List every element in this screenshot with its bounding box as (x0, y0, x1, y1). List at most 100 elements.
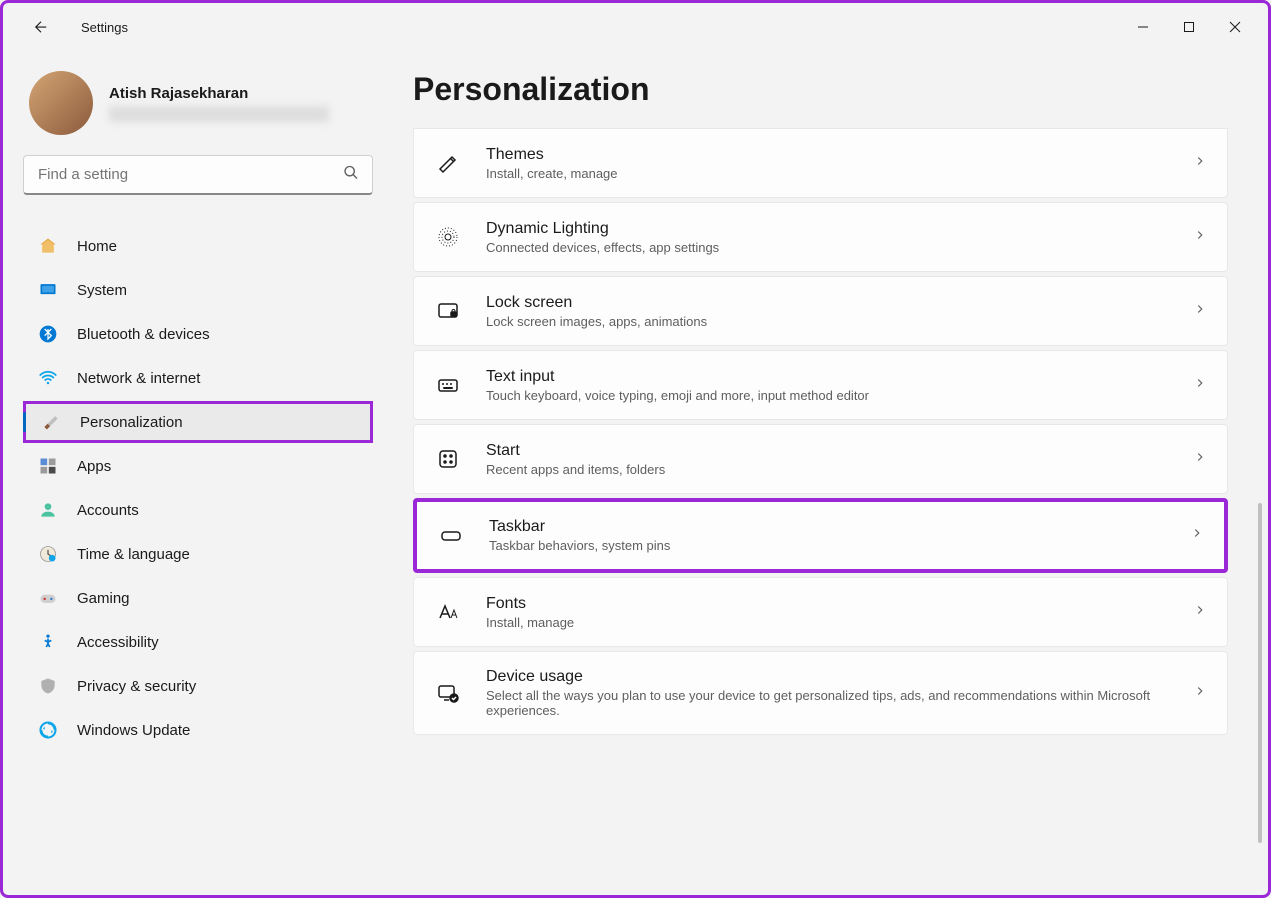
user-name: Atish Rajasekharan (109, 85, 329, 102)
scrollbar[interactable] (1258, 503, 1262, 843)
update-icon (37, 719, 59, 741)
nav-label: Accounts (77, 502, 139, 519)
avatar (29, 71, 93, 135)
setting-title: Device usage (486, 668, 1193, 686)
back-arrow-icon (32, 18, 50, 36)
search-icon (343, 165, 359, 186)
chevron-right-icon (1190, 526, 1204, 545)
user-email-blurred (109, 106, 329, 122)
gamepad-icon (37, 587, 59, 609)
user-profile[interactable]: Atish Rajasekharan (23, 71, 373, 135)
nav-list: Home System Bluetooth & devices Network … (23, 215, 373, 751)
setting-item-device-usage[interactable]: Device usage Select all the ways you pla… (413, 651, 1228, 735)
nav-item-time-language[interactable]: Time & language (23, 533, 373, 575)
system-icon (37, 279, 59, 301)
wifi-icon (37, 367, 59, 389)
setting-item-dynamic-lighting[interactable]: Dynamic Lighting Connected devices, effe… (413, 202, 1228, 272)
setting-desc: Select all the ways you plan to use your… (486, 688, 1193, 718)
nav-label: System (77, 282, 127, 299)
setting-title: Fonts (486, 595, 1193, 613)
chevron-right-icon (1193, 450, 1207, 469)
nav-label: Network & internet (77, 370, 200, 387)
setting-item-text-input[interactable]: Text input Touch keyboard, voice typing,… (413, 350, 1228, 420)
setting-title: Taskbar (489, 518, 1190, 536)
setting-item-start[interactable]: Start Recent apps and items, folders (413, 424, 1228, 494)
nav-item-gaming[interactable]: Gaming (23, 577, 373, 619)
maximize-button[interactable] (1166, 11, 1212, 43)
setting-desc: Connected devices, effects, app settings (486, 240, 1193, 255)
person-icon (37, 499, 59, 521)
device-usage-icon (434, 679, 462, 707)
nav-label: Home (77, 238, 117, 255)
fonts-icon (434, 598, 462, 626)
lock-screen-icon (434, 297, 462, 325)
apps-icon (37, 455, 59, 477)
themes-icon (434, 149, 462, 177)
titlebar: Settings (3, 3, 1268, 51)
clock-icon (37, 543, 59, 565)
page-title: Personalization (413, 71, 1228, 108)
nav-item-personalization[interactable]: Personalization (23, 401, 373, 443)
chevron-right-icon (1193, 302, 1207, 321)
nav-item-privacy[interactable]: Privacy & security (23, 665, 373, 707)
nav-label: Windows Update (77, 722, 190, 739)
nav-item-network[interactable]: Network & internet (23, 357, 373, 399)
nav-label: Personalization (80, 414, 183, 431)
nav-item-accounts[interactable]: Accounts (23, 489, 373, 531)
setting-desc: Recent apps and items, folders (486, 462, 1193, 477)
setting-item-fonts[interactable]: Fonts Install, manage (413, 577, 1228, 647)
accessibility-icon (37, 631, 59, 653)
chevron-right-icon (1193, 376, 1207, 395)
minimize-button[interactable] (1120, 11, 1166, 43)
taskbar-icon (437, 522, 465, 550)
shield-icon (37, 675, 59, 697)
setting-item-taskbar[interactable]: Taskbar Taskbar behaviors, system pins (413, 498, 1228, 573)
nav-label: Gaming (77, 590, 130, 607)
setting-desc: Lock screen images, apps, animations (486, 314, 1193, 329)
chevron-right-icon (1193, 228, 1207, 247)
nav-item-system[interactable]: System (23, 269, 373, 311)
nav-label: Time & language (77, 546, 190, 563)
window-controls (1120, 11, 1258, 43)
setting-title: Themes (486, 146, 1193, 164)
nav-label: Apps (77, 458, 111, 475)
settings-list: Themes Install, create, manage Dynamic L… (413, 128, 1228, 735)
nav-label: Privacy & security (77, 678, 196, 695)
nav-item-accessibility[interactable]: Accessibility (23, 621, 373, 663)
bluetooth-icon (37, 323, 59, 345)
search-box (23, 155, 373, 195)
setting-item-themes[interactable]: Themes Install, create, manage (413, 128, 1228, 198)
setting-title: Dynamic Lighting (486, 220, 1193, 238)
keyboard-icon (434, 371, 462, 399)
back-button[interactable] (21, 7, 61, 47)
start-icon (434, 445, 462, 473)
home-icon (37, 235, 59, 257)
setting-desc: Install, create, manage (486, 166, 1193, 181)
nav-label: Bluetooth & devices (77, 326, 210, 343)
minimize-icon (1137, 21, 1149, 33)
main-content: Personalization Themes Install, create, … (393, 51, 1268, 895)
setting-title: Text input (486, 368, 1193, 386)
lighting-icon (434, 223, 462, 251)
setting-item-lock-screen[interactable]: Lock screen Lock screen images, apps, an… (413, 276, 1228, 346)
close-icon (1229, 21, 1241, 33)
setting-desc: Taskbar behaviors, system pins (489, 538, 1190, 553)
setting-title: Lock screen (486, 294, 1193, 312)
app-title: Settings (81, 20, 128, 35)
chevron-right-icon (1193, 684, 1207, 703)
chevron-right-icon (1193, 154, 1207, 173)
nav-label: Accessibility (77, 634, 159, 651)
close-button[interactable] (1212, 11, 1258, 43)
nav-item-home[interactable]: Home (23, 225, 373, 267)
nav-item-apps[interactable]: Apps (23, 445, 373, 487)
paintbrush-icon (40, 411, 62, 433)
setting-desc: Touch keyboard, voice typing, emoji and … (486, 388, 1193, 403)
sidebar: Atish Rajasekharan Home System Bluetoo (3, 51, 393, 895)
maximize-icon (1183, 21, 1195, 33)
setting-desc: Install, manage (486, 615, 1193, 630)
search-input[interactable] (23, 155, 373, 195)
setting-title: Start (486, 442, 1193, 460)
chevron-right-icon (1193, 603, 1207, 622)
nav-item-windows-update[interactable]: Windows Update (23, 709, 373, 751)
nav-item-bluetooth[interactable]: Bluetooth & devices (23, 313, 373, 355)
